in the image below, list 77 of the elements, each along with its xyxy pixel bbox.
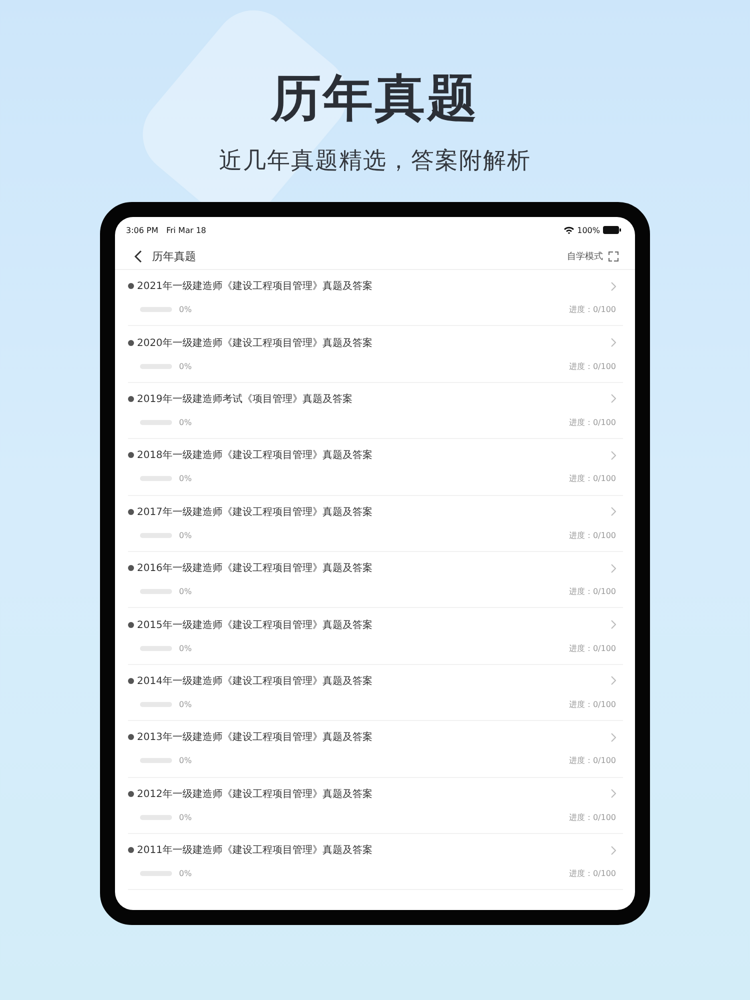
bullet-icon bbox=[128, 396, 134, 402]
exam-list-item[interactable]: 2018年一级建造师《建设工程项目管理》真题及答案 0% 进度：0/100 bbox=[128, 439, 623, 496]
exam-title: 2017年一级建造师《建设工程项目管理》真题及答案 bbox=[137, 506, 372, 519]
progress-count: 进度：0/100 bbox=[568, 698, 616, 710]
exam-title: 2016年一级建造师《建设工程项目管理》真题及答案 bbox=[137, 562, 372, 576]
progress-percent: 0% bbox=[179, 700, 192, 709]
progress-percent: 0% bbox=[179, 418, 192, 427]
progress-percent: 0% bbox=[179, 305, 192, 314]
exam-title: 2020年一级建造师《建设工程项目管理》真题及答案 bbox=[137, 336, 372, 350]
exam-list-item[interactable]: 2014年一级建造师《建设工程项目管理》真题及答案 0% 进度：0/100 bbox=[128, 664, 623, 722]
progress-percent: 0% bbox=[179, 530, 192, 540]
headline: 历年真题 bbox=[271, 68, 479, 128]
chevron-icon bbox=[611, 338, 616, 348]
exam-title: 2012年一级建造师《建设工程项目管理》真题及答案 bbox=[137, 788, 372, 801]
exam-title: 2018年一级建造师《建设工程项目管理》真题及答案 bbox=[137, 448, 372, 462]
progress-percent: 0% bbox=[179, 869, 192, 878]
exam-list-item[interactable]: 2012年一级建造师《建设工程项目管理》真题及答案 0% 进度：0/100 bbox=[128, 778, 623, 834]
chevron-icon bbox=[611, 846, 616, 855]
exam-list-item[interactable]: 2016年一级建造师《建设工程项目管理》真题及答案 0% 进度：0/100 bbox=[128, 552, 623, 608]
battery-percent: 100% bbox=[577, 226, 600, 234]
chevron-icon bbox=[611, 564, 616, 573]
exam-list-item[interactable]: 2011年一级建造师《建设工程项目管理》真题及答案 0% 进度：0/100 bbox=[128, 834, 623, 890]
progress-count: 进度：0/100 bbox=[568, 812, 616, 823]
progress-percent: 0% bbox=[179, 587, 192, 596]
exam-list-item[interactable]: 2021年一级建造师《建设工程项目管理》真题及答案 0% 进度：0/100 bbox=[128, 270, 623, 326]
chevron-icon bbox=[611, 620, 616, 630]
chevron-icon bbox=[611, 789, 616, 798]
page-title: 历年真题 bbox=[152, 248, 196, 264]
chevron-icon bbox=[611, 394, 616, 404]
progress-count: 进度：0/100 bbox=[568, 530, 616, 541]
status-time: 3:06 PM bbox=[126, 226, 158, 234]
bullet-icon bbox=[128, 790, 134, 797]
progress-count: 进度：0/100 bbox=[568, 868, 616, 880]
exam-title: 2015年一级建造师《建设工程项目管理》真题及答案 bbox=[137, 618, 372, 632]
exam-title: 2019年一级建造师考试《项目管理》真题及答案 bbox=[137, 392, 352, 406]
status-date: Fri Mar 18 bbox=[166, 226, 206, 234]
mode-toggle[interactable]: 自学模式 bbox=[567, 250, 603, 262]
exam-list-item[interactable]: 2017年一级建造师《建设工程项目管理》真题及答案 0% 进度：0/100 bbox=[128, 496, 623, 552]
exam-list-item[interactable]: 2015年一级建造师《建设工程项目管理》真题及答案 0% 进度：0/100 bbox=[128, 608, 623, 665]
progress-count: 进度：0/100 bbox=[568, 360, 616, 372]
wifi-icon bbox=[564, 226, 574, 234]
chevron-icon bbox=[611, 732, 616, 742]
bullet-icon bbox=[128, 508, 134, 515]
progress-percent: 0% bbox=[179, 474, 192, 484]
exam-list-item[interactable]: 2013年一级建造师《建设工程项目管理》真题及答案 0% 进度：0/100 bbox=[128, 721, 623, 778]
bullet-icon bbox=[128, 678, 134, 684]
exam-title: 2021年一级建造师《建设工程项目管理》真题及答案 bbox=[137, 280, 372, 294]
bullet-icon bbox=[128, 622, 134, 628]
progress-percent: 0% bbox=[179, 756, 192, 766]
exam-title: 2013年一级建造师《建设工程项目管理》真题及答案 bbox=[137, 730, 372, 744]
chevron-icon bbox=[611, 676, 616, 686]
chevron-icon bbox=[611, 507, 616, 516]
exam-title: 2011年一级建造师《建设工程项目管理》真题及答案 bbox=[137, 844, 372, 858]
bullet-icon bbox=[128, 734, 134, 740]
progress-count: 进度：0/100 bbox=[568, 642, 616, 654]
progress-count: 进度：0/100 bbox=[568, 755, 616, 766]
progress-count: 进度：0/100 bbox=[568, 473, 616, 484]
chevron-icon bbox=[611, 282, 616, 291]
progress-percent: 0% bbox=[179, 812, 192, 822]
exam-list-item[interactable]: 2019年一级建造师考试《项目管理》真题及答案 0% 进度：0/100 bbox=[128, 382, 623, 440]
bullet-icon bbox=[128, 340, 134, 346]
bullet-icon bbox=[128, 565, 134, 572]
progress-count: 进度：0/100 bbox=[568, 304, 616, 316]
back-icon[interactable] bbox=[134, 250, 142, 262]
battery-icon bbox=[603, 226, 621, 234]
progress-count: 进度：0/100 bbox=[568, 586, 616, 598]
progress-count: 进度：0/100 bbox=[568, 416, 616, 428]
chevron-icon bbox=[611, 450, 616, 460]
switch-icon[interactable] bbox=[608, 250, 619, 262]
subtitle: 近几年真题精选，答案附解析 bbox=[219, 147, 531, 176]
bullet-icon bbox=[128, 452, 134, 458]
exam-title: 2014年一级建造师《建设工程项目管理》真题及答案 bbox=[137, 674, 372, 688]
exam-list-item[interactable]: 2020年一级建造师《建设工程项目管理》真题及答案 0% 进度：0/100 bbox=[128, 326, 623, 383]
bullet-icon bbox=[128, 283, 134, 290]
progress-percent: 0% bbox=[179, 362, 192, 371]
bullet-icon bbox=[128, 847, 134, 854]
progress-percent: 0% bbox=[179, 644, 192, 653]
